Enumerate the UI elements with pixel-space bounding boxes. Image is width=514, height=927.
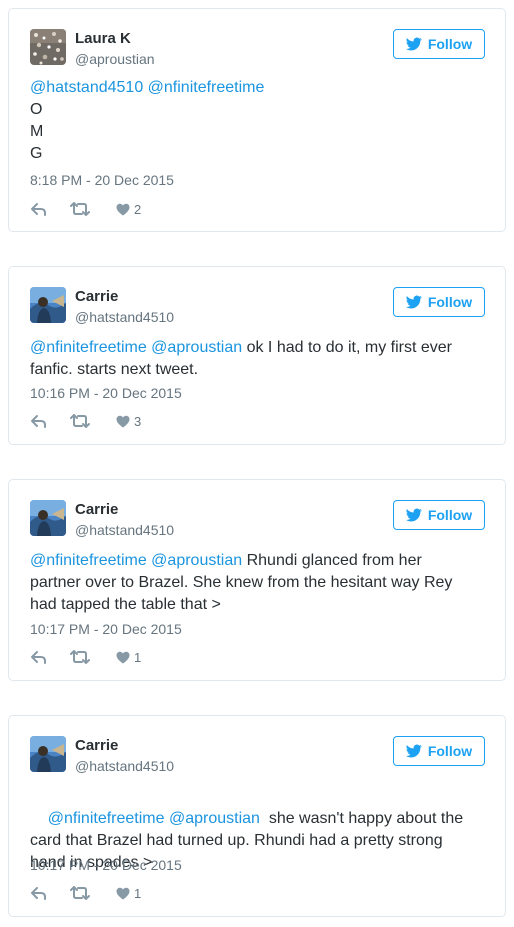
twitter-bird-icon (406, 743, 422, 759)
heart-icon (116, 415, 130, 427)
heart-icon (116, 651, 130, 663)
tweet-actions: 3 (30, 411, 141, 431)
retweet-button[interactable] (70, 202, 116, 216)
like-count: 1 (134, 885, 142, 901)
tweet-actions: 1 (30, 647, 141, 667)
author-name[interactable]: Laura K (75, 30, 131, 47)
tweet-card: Carrie @hatstand4510 Follow @nfinitefree… (8, 479, 506, 681)
heart-icon (116, 887, 130, 899)
follow-button[interactable]: Follow (393, 29, 485, 59)
tweet-text: @nfinitefreetime @aproustian Rhundi glan… (30, 550, 470, 616)
like-count: 1 (134, 649, 142, 665)
timestamp[interactable]: 8:18 PM - 20 Dec 2015 (30, 172, 174, 188)
heart-icon (116, 203, 130, 215)
timestamp[interactable]: 10:17 PM - 20 Dec 2015 (30, 857, 182, 873)
retweet-icon (70, 650, 90, 664)
like-count: 3 (134, 413, 142, 429)
reply-icon (31, 887, 46, 900)
author-handle[interactable]: @hatstand4510 (75, 758, 174, 774)
like-button[interactable]: 3 (116, 414, 141, 429)
tweet-mentions[interactable]: @nfinitefreetime @aproustian (30, 552, 242, 569)
avatar[interactable] (30, 287, 66, 323)
tweet-text: @nfinitefreetime @aproustian she wasn't … (30, 786, 470, 896)
retweet-button[interactable] (70, 414, 116, 428)
avatar[interactable] (30, 736, 66, 772)
reply-icon (31, 651, 46, 664)
follow-button[interactable]: Follow (393, 736, 485, 766)
follow-button[interactable]: Follow (393, 287, 485, 317)
twitter-bird-icon (406, 36, 422, 52)
tweet-mentions[interactable]: @nfinitefreetime @aproustian (30, 339, 242, 356)
retweet-button[interactable] (70, 650, 116, 664)
retweet-icon (70, 202, 90, 216)
tweet-mentions[interactable]: @hatstand4510 @nfinitefreetime (30, 79, 264, 96)
tweet-mentions[interactable]: @nfinitefreetime @aproustian (48, 810, 260, 827)
retweet-button[interactable] (70, 886, 116, 900)
follow-label: Follow (427, 36, 473, 52)
twitter-bird-icon (406, 507, 422, 523)
author-name[interactable]: Carrie (75, 288, 118, 305)
tweet-text: @hatstand4510 @nfinitefreetime O M G (30, 77, 470, 165)
like-button[interactable]: 1 (116, 886, 141, 901)
retweet-icon (70, 414, 90, 428)
avatar[interactable] (30, 500, 66, 536)
like-count: 2 (134, 201, 142, 217)
tweet-text-line: M (30, 123, 44, 140)
tweet-card: Laura K @aproustian Follow @hatstand4510… (8, 8, 506, 232)
timestamp[interactable]: 10:16 PM - 20 Dec 2015 (30, 385, 182, 401)
reply-button[interactable] (30, 886, 70, 900)
reply-button[interactable] (30, 414, 70, 428)
timestamp[interactable]: 10:17 PM - 20 Dec 2015 (30, 621, 182, 637)
author-handle[interactable]: @hatstand4510 (75, 522, 174, 538)
tweet-text: @nfinitefreetime @aproustian ok I had to… (30, 337, 470, 381)
twitter-bird-icon (406, 294, 422, 310)
retweet-icon (70, 886, 90, 900)
reply-icon (31, 203, 46, 216)
author-handle[interactable]: @aproustian (75, 51, 155, 67)
tweet-actions: 1 (30, 883, 141, 903)
like-button[interactable]: 1 (116, 650, 141, 665)
author-name[interactable]: Carrie (75, 501, 118, 518)
reply-icon (31, 415, 46, 428)
follow-label: Follow (427, 294, 473, 310)
follow-button[interactable]: Follow (393, 500, 485, 530)
tweet-card: Carrie @hatstand4510 Follow @nfinitefree… (8, 266, 506, 445)
tweet-actions: 2 (30, 199, 141, 219)
tweet-text-line: G (30, 145, 43, 162)
like-button[interactable]: 2 (116, 202, 141, 217)
tweet-text-line: O (30, 101, 43, 118)
follow-label: Follow (427, 507, 473, 523)
follow-label: Follow (427, 743, 473, 759)
author-name[interactable]: Carrie (75, 737, 118, 754)
reply-button[interactable] (30, 202, 70, 216)
author-handle[interactable]: @hatstand4510 (75, 309, 174, 325)
avatar[interactable] (30, 29, 66, 65)
reply-button[interactable] (30, 650, 70, 664)
tweet-card: Carrie @hatstand4510 Follow @nfinitefree… (8, 715, 506, 917)
